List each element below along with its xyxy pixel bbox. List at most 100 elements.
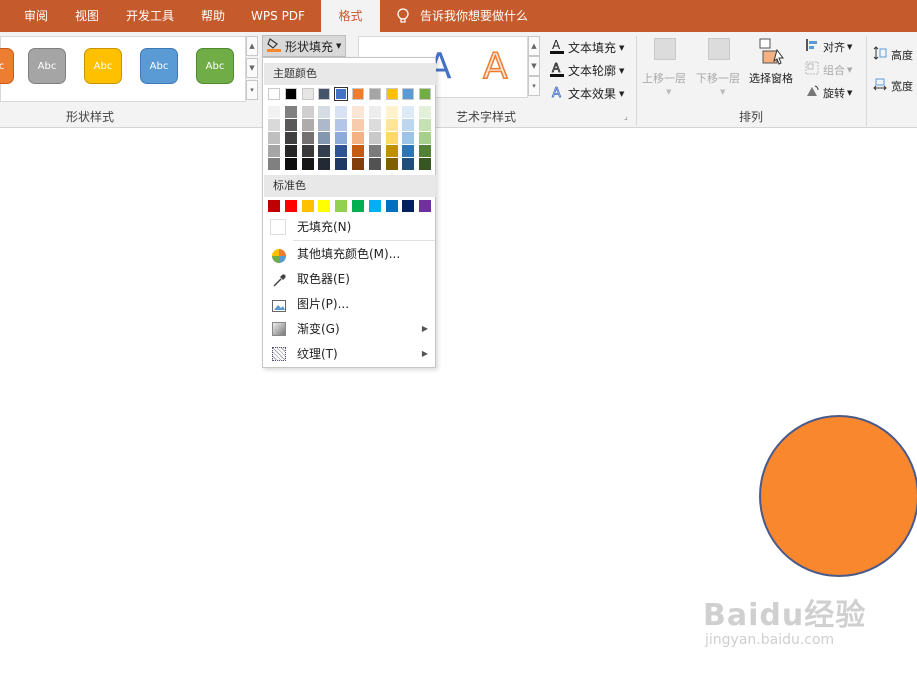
standard-color-swatch[interactable]: [318, 200, 331, 212]
theme-shade-swatch[interactable]: [352, 158, 364, 170]
theme-shade-swatch[interactable]: [318, 106, 331, 118]
theme-color-swatch[interactable]: [284, 88, 297, 100]
align-button[interactable]: 对齐 ▼: [805, 38, 852, 55]
theme-shade-swatch[interactable]: [402, 132, 415, 144]
standard-color-swatch[interactable]: [335, 200, 348, 212]
wordart-expand[interactable]: ▾: [528, 76, 540, 96]
texture-item[interactable]: 纹理(T) ▶: [264, 342, 436, 366]
send-backward-button[interactable]: 下移一层: [696, 70, 740, 86]
theme-shade-swatch[interactable]: [419, 145, 432, 157]
theme-shade-swatch[interactable]: [284, 132, 297, 144]
shape-style-orange[interactable]: Abc: [0, 48, 14, 84]
gallery-scroll-down[interactable]: ▼: [246, 58, 258, 78]
standard-color-swatch[interactable]: [368, 200, 381, 212]
wordart-style-orange[interactable]: A: [482, 45, 508, 88]
theme-shade-swatch[interactable]: [301, 132, 314, 144]
theme-shade-swatch[interactable]: [419, 106, 432, 118]
theme-shade-swatch[interactable]: [419, 132, 432, 144]
standard-color-swatch[interactable]: [352, 200, 364, 212]
width-field[interactable]: 宽度: [873, 77, 913, 94]
theme-shade-swatch[interactable]: [368, 158, 381, 170]
text-outline-button[interactable]: A 文本轮廓 ▼: [550, 61, 624, 80]
theme-shade-swatch[interactable]: [268, 106, 280, 118]
gradient-item[interactable]: 渐变(G) ▶: [264, 317, 436, 341]
shape-style-gold[interactable]: Abc: [84, 48, 122, 84]
gallery-expand[interactable]: ▾: [246, 80, 258, 100]
tab-developer[interactable]: 开发工具: [116, 0, 184, 32]
theme-shade-swatch[interactable]: [352, 145, 364, 157]
theme-shade-swatch[interactable]: [268, 158, 280, 170]
standard-color-swatch[interactable]: [419, 200, 432, 212]
selection-pane-button[interactable]: 选择窗格: [749, 70, 793, 86]
theme-shade-swatch[interactable]: [335, 145, 348, 157]
theme-shade-swatch[interactable]: [419, 119, 432, 131]
text-effect-button[interactable]: A 文本效果 ▼: [550, 84, 625, 103]
theme-shade-swatch[interactable]: [352, 106, 364, 118]
theme-shade-swatch[interactable]: [368, 119, 381, 131]
theme-color-swatch[interactable]: [419, 88, 432, 100]
dialog-launcher-icon[interactable]: ⌟: [624, 112, 628, 121]
wordart-scroll-down[interactable]: ▼: [528, 56, 540, 76]
standard-color-swatch[interactable]: [284, 200, 297, 212]
no-fill-item[interactable]: 无填充(N): [264, 215, 436, 239]
theme-shade-swatch[interactable]: [301, 158, 314, 170]
shape-fill-button[interactable]: 形状填充 ▼: [262, 35, 346, 57]
theme-color-swatch[interactable]: [334, 87, 349, 101]
wordart-scroll-up[interactable]: ▲: [528, 36, 540, 56]
theme-shade-swatch[interactable]: [402, 119, 415, 131]
theme-shade-swatch[interactable]: [301, 106, 314, 118]
gallery-scroll-up[interactable]: ▲: [246, 36, 258, 56]
theme-shade-swatch[interactable]: [284, 106, 297, 118]
theme-shade-swatch[interactable]: [318, 145, 331, 157]
theme-shade-swatch[interactable]: [335, 158, 348, 170]
theme-shade-swatch[interactable]: [318, 119, 331, 131]
theme-shade-swatch[interactable]: [284, 158, 297, 170]
theme-shade-swatch[interactable]: [284, 119, 297, 131]
theme-shade-swatch[interactable]: [352, 132, 364, 144]
theme-shade-swatch[interactable]: [318, 158, 331, 170]
theme-shade-swatch[interactable]: [385, 106, 398, 118]
theme-color-swatch[interactable]: [318, 88, 331, 100]
theme-shade-swatch[interactable]: [385, 158, 398, 170]
standard-color-swatch[interactable]: [268, 200, 280, 212]
theme-shade-swatch[interactable]: [335, 132, 348, 144]
theme-shade-swatch[interactable]: [352, 119, 364, 131]
theme-color-swatch[interactable]: [352, 88, 364, 100]
theme-shade-swatch[interactable]: [268, 119, 280, 131]
theme-shade-swatch[interactable]: [368, 106, 381, 118]
theme-shade-swatch[interactable]: [268, 132, 280, 144]
picture-fill-item[interactable]: 图片(P)...: [264, 292, 436, 316]
theme-shade-swatch[interactable]: [368, 132, 381, 144]
theme-color-swatch[interactable]: [402, 88, 415, 100]
theme-shade-swatch[interactable]: [385, 145, 398, 157]
theme-shade-swatch[interactable]: [335, 119, 348, 131]
tab-help[interactable]: 帮助: [190, 0, 236, 32]
group-button[interactable]: 组合 ▼: [805, 61, 852, 78]
orange-circle-shape[interactable]: [759, 415, 917, 577]
shape-style-blue[interactable]: Abc: [140, 48, 178, 84]
text-fill-button[interactable]: A 文本填充 ▼: [550, 38, 624, 57]
theme-color-swatch[interactable]: [268, 88, 280, 100]
theme-shade-swatch[interactable]: [284, 145, 297, 157]
theme-color-swatch[interactable]: [368, 88, 381, 100]
standard-color-swatch[interactable]: [402, 200, 415, 212]
shape-style-gray[interactable]: Abc: [28, 48, 66, 84]
theme-color-swatch[interactable]: [301, 88, 314, 100]
tab-view[interactable]: 视图: [64, 0, 110, 32]
standard-color-swatch[interactable]: [385, 200, 398, 212]
theme-shade-swatch[interactable]: [385, 132, 398, 144]
theme-shade-swatch[interactable]: [402, 158, 415, 170]
theme-shade-swatch[interactable]: [318, 132, 331, 144]
theme-shade-swatch[interactable]: [402, 145, 415, 157]
bring-forward-button[interactable]: 上移一层: [642, 70, 686, 86]
theme-shade-swatch[interactable]: [335, 106, 348, 118]
theme-shade-swatch[interactable]: [301, 119, 314, 131]
eyedropper-item[interactable]: 取色器(E): [264, 267, 436, 291]
theme-shade-swatch[interactable]: [368, 145, 381, 157]
tell-me-search[interactable]: 告诉我你想要做什么: [420, 0, 540, 32]
theme-shade-swatch[interactable]: [301, 145, 314, 157]
theme-color-swatch[interactable]: [385, 88, 398, 100]
tab-wps-pdf[interactable]: WPS PDF: [244, 0, 312, 32]
theme-shade-swatch[interactable]: [268, 145, 280, 157]
more-fill-colors-item[interactable]: 其他填充颜色(M)...: [264, 242, 436, 266]
